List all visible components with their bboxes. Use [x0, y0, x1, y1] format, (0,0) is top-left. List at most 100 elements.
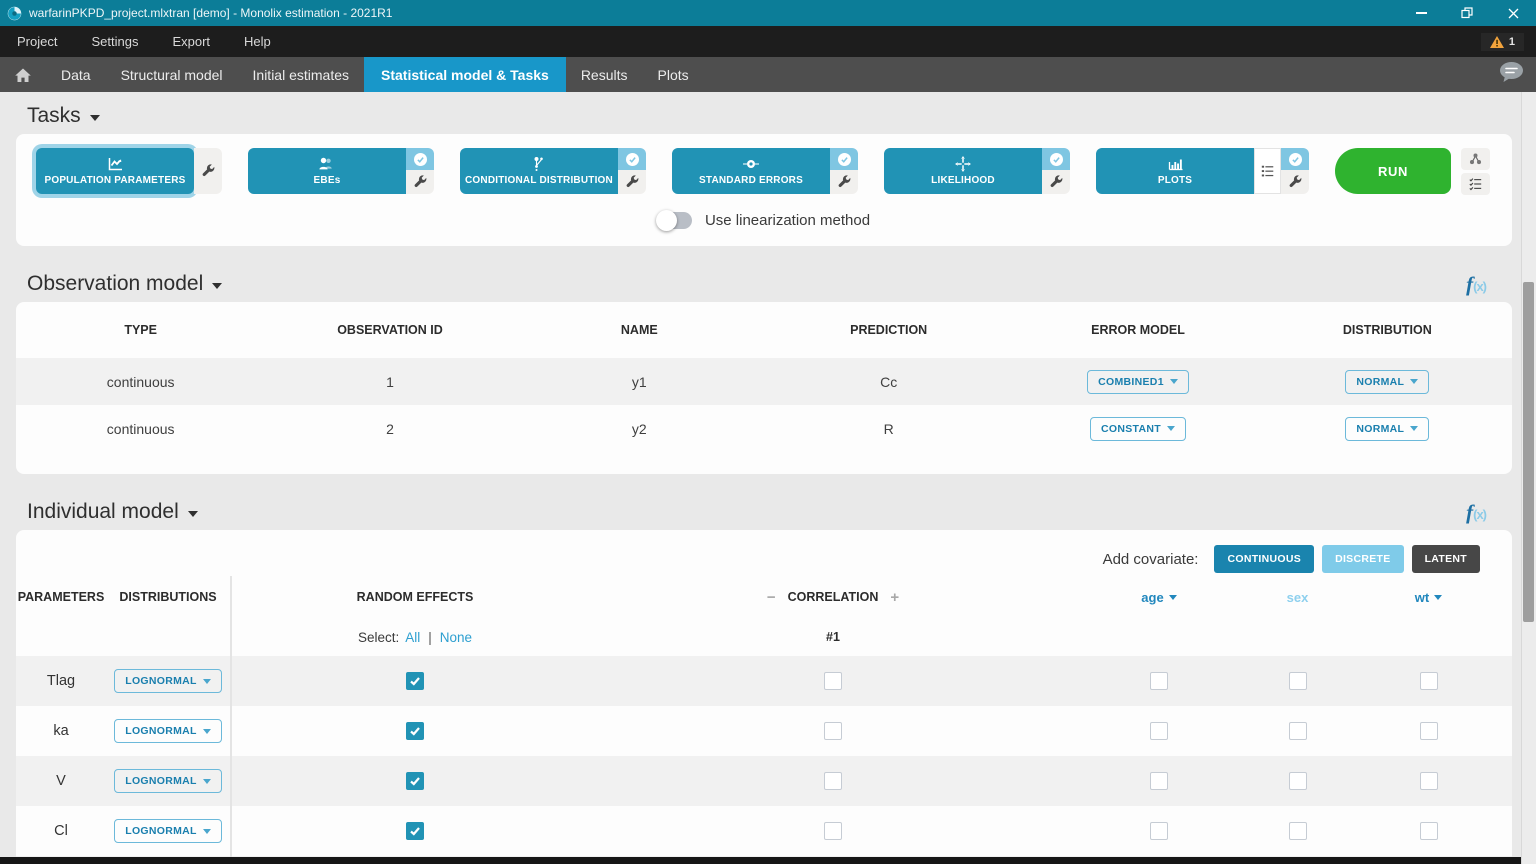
menu-project[interactable]: Project: [0, 26, 74, 57]
tab-results[interactable]: Results: [566, 57, 643, 92]
correlation-remove-button[interactable]: −: [761, 589, 782, 606]
ebes-side: [406, 148, 434, 194]
tasks-button-row: POPULATION PARAMETERS EBEs CONDITIONAL D…: [16, 134, 1512, 195]
age-checkbox[interactable]: [1150, 772, 1168, 790]
conditional-distribution-settings-button[interactable]: [618, 170, 646, 194]
home-icon: [15, 68, 31, 82]
error-model-dropdown[interactable]: COMBINED1: [1087, 369, 1189, 394]
tasks-section-header: Tasks: [27, 100, 1512, 132]
task-likelihood: LIKELIHOOD: [884, 148, 1070, 194]
covariate-wt-dropdown[interactable]: wt: [1415, 590, 1443, 605]
distribution-dropdown[interactable]: NORMAL: [1345, 369, 1430, 394]
vertical-scrollbar[interactable]: [1521, 92, 1536, 864]
plots-settings-button[interactable]: [1281, 170, 1309, 194]
obs-id: 1: [386, 373, 394, 390]
conditional-distribution-button[interactable]: CONDITIONAL DISTRIBUTION: [460, 148, 618, 194]
random-effect-checkbox[interactable]: [406, 672, 424, 690]
observation-model-heading: Observation model: [27, 272, 204, 295]
warning-indicator[interactable]: 1: [1480, 32, 1524, 51]
tab-bar: Data Structural model Initial estimates …: [0, 57, 1536, 92]
ebes-button[interactable]: EBEs: [248, 148, 406, 194]
obs-prediction: R: [883, 420, 894, 437]
feedback-button[interactable]: [1498, 61, 1524, 88]
window-bottom-edge: [0, 857, 1521, 864]
tasks-collapse-caret-icon[interactable]: [89, 115, 100, 121]
add-discrete-covariate-button[interactable]: DISCRETE: [1322, 545, 1404, 573]
individual-model-collapse-caret-icon[interactable]: [187, 511, 198, 517]
linearization-toggle[interactable]: [655, 210, 692, 231]
toggle-knob: [655, 210, 677, 231]
home-button[interactable]: [0, 57, 46, 92]
error-model-dropdown[interactable]: CONSTANT: [1090, 416, 1186, 441]
sex-checkbox[interactable]: [1288, 672, 1307, 690]
standard-errors-settings-button[interactable]: [830, 170, 858, 194]
distribution-dropdown[interactable]: NORMAL: [1345, 416, 1430, 441]
covariate-age-dropdown[interactable]: age: [1141, 590, 1177, 605]
sex-checkbox[interactable]: [1288, 822, 1307, 840]
individual-model-header: Individual model f (x): [27, 496, 1512, 528]
task-population-parameters: POPULATION PARAMETERS: [36, 148, 222, 194]
correlation-checkbox[interactable]: [824, 722, 842, 740]
population-parameters-settings-button[interactable]: [194, 148, 222, 194]
add-covariate-label: Add covariate:: [1102, 550, 1199, 568]
restore-icon: [1461, 7, 1473, 19]
wt-checkbox[interactable]: [1419, 672, 1438, 690]
covariate-sex-label[interactable]: sex: [1287, 590, 1309, 605]
tab-initial-estimates[interactable]: Initial estimates: [238, 57, 364, 92]
close-button[interactable]: [1490, 0, 1536, 26]
distribution-dropdown[interactable]: LOGNORMAL: [114, 769, 222, 793]
distribution-dropdown[interactable]: LOGNORMAL: [114, 819, 222, 843]
parameter-row-v: V LOGNORMAL: [16, 756, 1512, 806]
sex-checkbox[interactable]: [1288, 772, 1307, 790]
correlation-checkbox[interactable]: [824, 772, 842, 790]
tab-structural-model[interactable]: Structural model: [106, 57, 238, 92]
run-side-buttons: [1461, 148, 1490, 195]
age-checkbox[interactable]: [1150, 672, 1168, 690]
correlation-checkbox[interactable]: [824, 672, 842, 690]
individual-model-formula-button[interactable]: f (x): [1466, 500, 1487, 525]
window-controls: [1398, 0, 1536, 26]
likelihood-button[interactable]: LIKELIHOOD: [884, 148, 1042, 194]
correlation-checkbox[interactable]: [824, 822, 842, 840]
list-icon: [1261, 165, 1274, 177]
add-continuous-covariate-button[interactable]: CONTINUOUS: [1214, 545, 1315, 573]
population-parameters-button[interactable]: POPULATION PARAMETERS: [36, 148, 194, 194]
ebes-settings-button[interactable]: [406, 170, 434, 194]
add-latent-covariate-button[interactable]: LATENT: [1411, 545, 1480, 573]
wt-checkbox[interactable]: [1419, 722, 1438, 740]
likelihood-settings-button[interactable]: [1042, 170, 1070, 194]
workflow-button[interactable]: [1461, 148, 1490, 170]
parameter-name: Cl: [54, 823, 68, 839]
menu-help[interactable]: Help: [227, 26, 288, 57]
run-button[interactable]: RUN: [1335, 148, 1451, 194]
tab-data[interactable]: Data: [46, 57, 106, 92]
age-checkbox[interactable]: [1150, 822, 1168, 840]
plots-list-button[interactable]: [1254, 148, 1281, 194]
wt-checkbox[interactable]: [1419, 772, 1438, 790]
restore-button[interactable]: [1444, 0, 1490, 26]
menu-export[interactable]: Export: [155, 26, 227, 57]
correlation-add-button[interactable]: +: [884, 589, 905, 606]
select-none-link[interactable]: None: [440, 630, 472, 645]
sex-checkbox[interactable]: [1288, 722, 1307, 740]
standard-errors-button[interactable]: STANDARD ERRORS: [672, 148, 830, 194]
plots-button[interactable]: PLOTS: [1096, 148, 1254, 194]
random-effect-checkbox[interactable]: [406, 772, 424, 790]
observation-model-formula-button[interactable]: f (x): [1466, 272, 1487, 297]
scrollbar-thumb[interactable]: [1523, 282, 1534, 622]
menu-settings[interactable]: Settings: [74, 26, 155, 57]
tab-plots[interactable]: Plots: [643, 57, 704, 92]
select-all-link[interactable]: All: [405, 630, 420, 645]
distribution-dropdown[interactable]: LOGNORMAL: [114, 669, 222, 693]
random-effect-checkbox[interactable]: [406, 822, 424, 840]
check-icon: [628, 156, 636, 163]
random-effect-checkbox[interactable]: [406, 722, 424, 740]
task-checklist-button[interactable]: [1461, 173, 1490, 195]
distribution-dropdown[interactable]: LOGNORMAL: [114, 719, 222, 743]
col-prediction: PREDICTION: [850, 323, 928, 337]
minimize-button[interactable]: [1398, 0, 1444, 26]
tab-statistical-model-tasks[interactable]: Statistical model & Tasks: [364, 57, 566, 92]
wt-checkbox[interactable]: [1419, 822, 1438, 840]
observation-model-collapse-caret-icon[interactable]: [212, 283, 223, 289]
age-checkbox[interactable]: [1150, 722, 1168, 740]
